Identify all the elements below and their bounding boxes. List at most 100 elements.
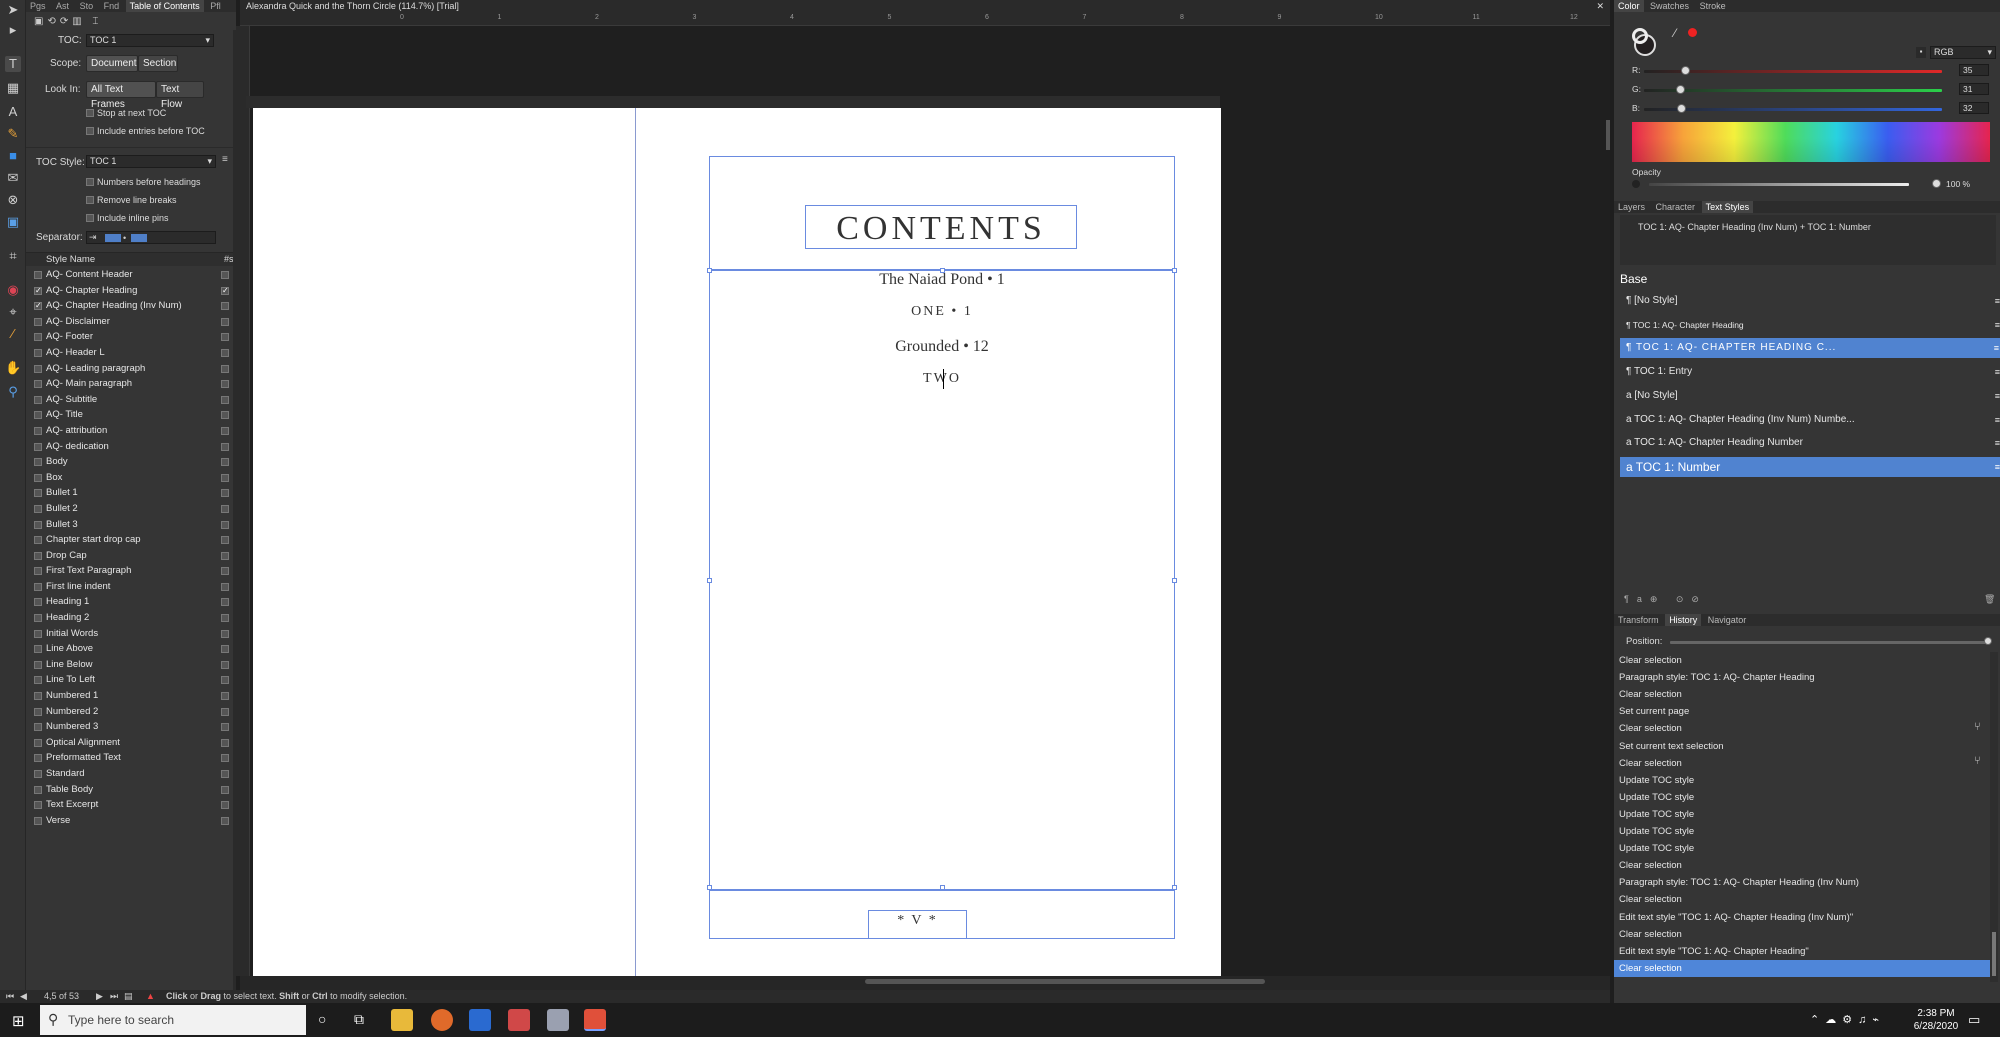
number-style-checkbox[interactable]	[221, 364, 229, 373]
include-style-checkbox[interactable]	[34, 458, 42, 467]
number-style-checkbox[interactable]	[221, 551, 229, 560]
history-item[interactable]: Set current page	[1614, 703, 1990, 720]
toc-entry-3[interactable]: Grounded • 12	[710, 338, 1174, 356]
number-style-checkbox[interactable]	[221, 426, 229, 435]
tab-table-of-contents[interactable]: Table of Contents	[125, 0, 204, 12]
tab-pages[interactable]: Pgs	[26, 0, 50, 12]
style-list-item[interactable]: Body	[26, 454, 236, 470]
stop-next-checkbox[interactable]	[86, 109, 94, 117]
history-item[interactable]: Clear selection	[1614, 755, 1990, 772]
include-style-checkbox[interactable]	[34, 723, 42, 732]
scope-document-button[interactable]: Document	[86, 55, 138, 72]
app-icon[interactable]	[469, 1009, 491, 1031]
number-style-checkbox[interactable]	[221, 676, 229, 685]
last-page-icon[interactable]: ⏭	[110, 990, 118, 1003]
history-item[interactable]: Clear selection	[1614, 686, 1990, 703]
tab-assets[interactable]: Ast	[52, 0, 73, 12]
include-style-checkbox[interactable]	[34, 629, 42, 638]
separator-field[interactable]: ⇥ •	[86, 231, 216, 244]
style-list-item[interactable]: Chapter start drop cap	[26, 532, 236, 548]
app-icon[interactable]	[547, 1009, 569, 1031]
number-style-checkbox[interactable]	[221, 692, 229, 701]
style-list-item[interactable]: ✓ AQ- Chapter Heading (Inv Num)	[26, 298, 236, 314]
include-style-checkbox[interactable]	[34, 489, 42, 498]
style-list-item[interactable]: Initial Words	[26, 626, 236, 642]
horizontal-scrollbar[interactable]	[240, 976, 1610, 990]
table-tool-icon[interactable]: ▦	[5, 80, 21, 96]
style-list-item[interactable]: Standard	[26, 766, 236, 782]
toc-style-select[interactable]: TOC 1 ▾	[86, 155, 216, 168]
style-list-item[interactable]: Bullet 3	[26, 517, 236, 533]
heading-frame[interactable]: CONTENTS	[709, 156, 1175, 270]
branch-icon[interactable]: ⑂	[1974, 721, 1981, 733]
style-list-item[interactable]: Line Above	[26, 641, 236, 657]
delete-style-icon[interactable]: 🗑	[1984, 594, 1995, 605]
document-canvas[interactable]: CONTENTS The Naiad Pond • 1 ONE • 1 Grou…	[246, 26, 1610, 976]
style-list-item[interactable]: Heading 1	[26, 594, 236, 610]
red-value[interactable]: 35	[1959, 64, 1989, 76]
style-menu-icon[interactable]: ≡	[1995, 291, 2000, 311]
branch-icon[interactable]: ⑂	[1974, 755, 1981, 767]
text-style-item[interactable]: ¶ TOC 1: Entry ≡	[1620, 362, 2000, 382]
hand-tool-icon[interactable]: ✋	[5, 360, 21, 376]
include-style-checkbox[interactable]	[34, 598, 42, 607]
task-view-icon[interactable]: ⧉	[354, 1011, 364, 1028]
right-page[interactable]: CONTENTS The Naiad Pond • 1 ONE • 1 Grou…	[636, 108, 1221, 976]
history-position-knob[interactable]	[1984, 637, 1992, 645]
style-list-item[interactable]: Line Below	[26, 657, 236, 673]
page-counter[interactable]: 4,5 of 53	[44, 990, 79, 1003]
include-style-checkbox[interactable]	[34, 536, 42, 545]
include-style-checkbox[interactable]	[34, 348, 42, 357]
style-list-item[interactable]: AQ- attribution	[26, 423, 236, 439]
style-list-item[interactable]: AQ- Disclaimer	[26, 314, 236, 330]
eyedropper-icon[interactable]: ⁄	[1674, 26, 1676, 40]
include-style-checkbox[interactable]	[34, 770, 42, 778]
none-color-icon[interactable]	[1688, 28, 1697, 37]
style-group-base[interactable]: Base	[1620, 272, 1647, 286]
artistic-text-tool-icon[interactable]: A	[5, 104, 21, 120]
eyedropper-tool-icon[interactable]: ⁄	[5, 326, 21, 342]
history-item[interactable]: Set current text selection	[1614, 738, 1990, 755]
include-style-checkbox[interactable]	[34, 676, 42, 685]
number-style-checkbox[interactable]	[221, 754, 229, 763]
system-tray-icons[interactable]: ⌃☁⚙♫⌁	[1810, 1013, 1885, 1026]
toc-entry-1[interactable]: The Naiad Pond • 1	[710, 271, 1174, 289]
number-style-checkbox[interactable]	[221, 442, 229, 451]
number-style-checkbox[interactable]	[221, 411, 229, 420]
include-style-checkbox[interactable]	[34, 411, 42, 420]
text-style-item[interactable]: a TOC 1: AQ- Chapter Heading Number ≡	[1620, 433, 2000, 453]
look-in-text-flow-button[interactable]: Text Flow	[156, 81, 204, 110]
scroll-thumb[interactable]	[865, 979, 1265, 984]
style-list-item[interactable]: AQ- Main paragraph	[26, 376, 236, 392]
history-position-slider[interactable]	[1670, 641, 1988, 644]
place-image-tool-icon[interactable]: ▣	[5, 214, 21, 230]
style-menu-icon[interactable]: ≡	[1995, 362, 2000, 382]
look-in-all-frames-button[interactable]: All Text Frames	[86, 81, 156, 110]
number-style-checkbox[interactable]	[221, 317, 229, 326]
spread-view-icon[interactable]: ▤	[124, 990, 133, 1003]
frame-handle[interactable]	[940, 268, 945, 273]
include-style-checkbox[interactable]	[34, 738, 42, 747]
fill-tool-icon[interactable]: ⌖	[5, 304, 21, 320]
frame-text-tool-icon[interactable]: T	[5, 56, 21, 72]
include-style-checkbox[interactable]	[34, 816, 42, 825]
style-list-item[interactable]: Numbered 3	[26, 719, 236, 735]
file-explorer-icon[interactable]	[391, 1009, 413, 1031]
style-list-item[interactable]: AQ- Content Header	[26, 267, 236, 283]
number-style-checkbox[interactable]	[221, 660, 229, 669]
number-style-checkbox[interactable]	[221, 567, 229, 576]
style-list-item[interactable]: Numbered 1	[26, 688, 236, 704]
frame-handle[interactable]	[1172, 268, 1177, 273]
number-style-checkbox[interactable]	[221, 395, 229, 404]
green-slider[interactable]	[1644, 89, 1942, 92]
tab-find[interactable]: Fnd	[100, 0, 124, 12]
style-menu-icon[interactable]: ≡	[1995, 433, 2000, 453]
toc-actions-icons[interactable]: ▣⟲⟳▥ ⌶	[34, 16, 102, 27]
history-item[interactable]: Update TOC style	[1614, 823, 1990, 840]
tab-history[interactable]: History	[1665, 614, 1702, 626]
number-style-checkbox[interactable]	[221, 333, 229, 342]
number-style-checkbox[interactable]	[221, 707, 229, 716]
tab-navigator[interactable]: Navigator	[1704, 614, 1751, 626]
include-style-checkbox[interactable]	[34, 333, 42, 342]
footer-frame[interactable]: * V *	[709, 890, 1175, 939]
